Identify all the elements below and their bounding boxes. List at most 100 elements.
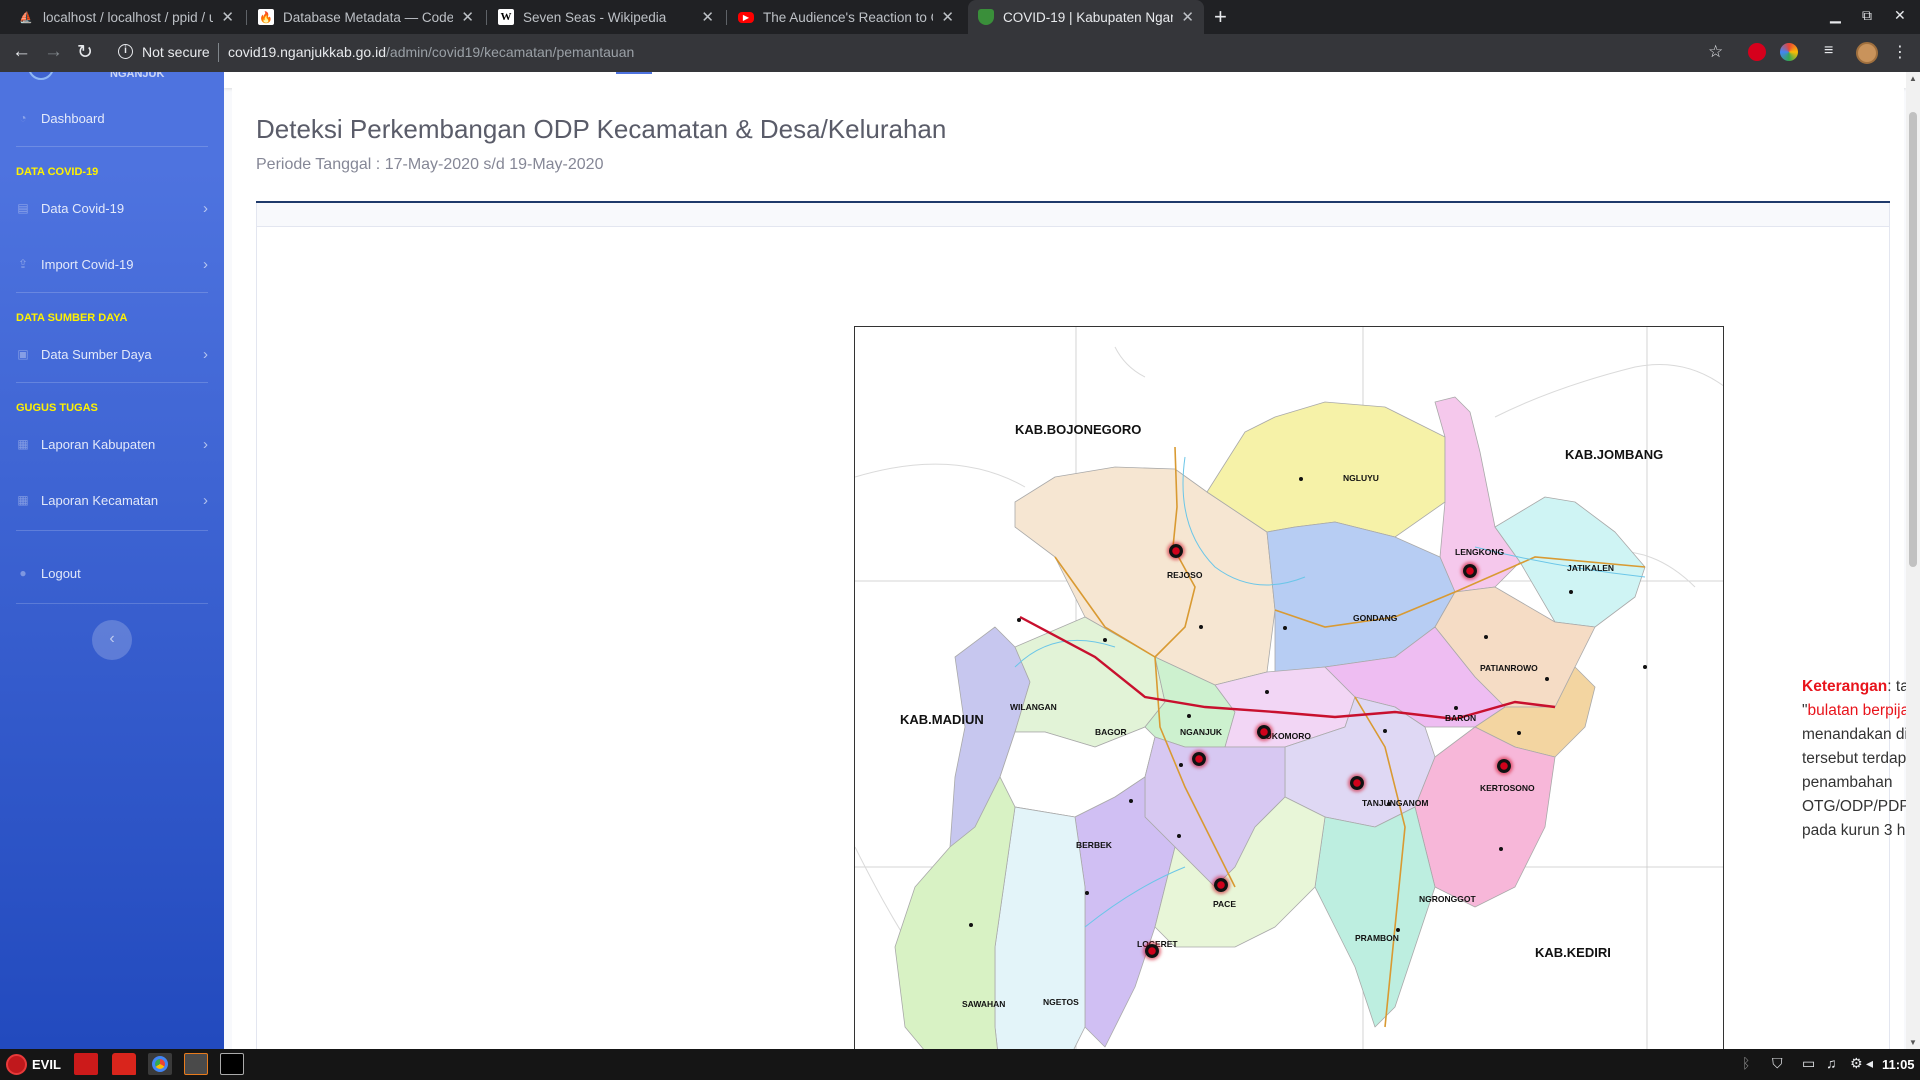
os-taskbar: EVIL ᛒ ⛉ ▭ ♫ ⚙ ◂ 11:05	[0, 1049, 1920, 1080]
browser-tab[interactable]: ▶ The Audience's Reaction to Gi ✕	[728, 0, 964, 34]
legend-highlight: bulatan berpijar	[1807, 702, 1906, 719]
close-icon[interactable]: ✕	[461, 8, 474, 26]
hotspot-marker	[1145, 944, 1159, 958]
district-label: KERTOSONO	[1480, 783, 1535, 793]
neighbor-region-label: KAB.MADIUN	[900, 712, 984, 727]
terminal-icon[interactable]	[220, 1053, 244, 1075]
browser-tab[interactable]: 🔥 Database Metadata — Codeig ✕	[248, 0, 484, 34]
scroll-down-icon[interactable]: ▼	[1909, 1038, 1917, 1047]
tab-title: The Audience's Reaction to Gi	[763, 9, 934, 25]
nganjuk-crest-icon	[978, 9, 994, 25]
close-icon[interactable]: ✕	[701, 8, 714, 26]
sidebar-item-label: Logout	[41, 565, 81, 581]
bookmark-star-icon[interactable]: ☆	[1708, 42, 1723, 62]
app-launcher-icon[interactable]	[74, 1053, 98, 1075]
district-label: GONDANG	[1353, 613, 1398, 623]
table-icon: ▤	[17, 201, 29, 215]
district-label: TANJUNGANOM	[1362, 798, 1429, 808]
sidebar-heading: DATA COVID-19	[16, 166, 99, 178]
start-menu-label[interactable]: EVIL	[32, 1057, 61, 1072]
close-window-icon[interactable]: ✕	[1894, 7, 1906, 24]
sidebar-item-data-sumber-daya[interactable]: ▣ Data Sumber Daya ›	[16, 342, 208, 366]
legend-text-a: : tanda	[1887, 678, 1906, 695]
chevron-right-icon: ›	[203, 435, 208, 453]
extension-colorful-icon[interactable]	[1780, 43, 1798, 61]
reload-icon[interactable]: ↻	[77, 41, 93, 64]
hotspot-marker	[1257, 725, 1271, 739]
district-label: BERBEK	[1076, 840, 1112, 850]
chevron-left-icon: ‹	[109, 630, 115, 647]
back-icon[interactable]: ←	[12, 41, 31, 63]
sidebar-item-laporan-kecamatan[interactable]: ▦ Laporan Kecamatan ›	[16, 488, 208, 512]
sidebar-item-import-covid[interactable]: ⇪ Import Covid-19 ›	[16, 252, 208, 276]
sidebar-item-label: Laporan Kecamatan	[41, 492, 159, 508]
district-label: NGANJUK	[1180, 727, 1223, 737]
dashboard-icon: ◔	[19, 111, 27, 125]
avatar[interactable]	[1856, 42, 1878, 64]
sidebar-toggle-button[interactable]: ‹	[92, 620, 132, 660]
chevron-right-icon: ›	[203, 255, 208, 273]
logo[interactable]	[28, 72, 54, 80]
sidebar-item-laporan-kabupaten[interactable]: ▦ Laporan Kabupaten ›	[16, 432, 208, 456]
url-field[interactable]: covid19.nganjukkab.go.id/admin/covid19/k…	[228, 44, 634, 60]
sidebar-item-dashboard[interactable]: ◔ Dashboard	[16, 106, 208, 130]
media-queue-icon[interactable]: ≡	[1824, 42, 1833, 60]
sidebar-item-logout[interactable]: ● Logout	[16, 561, 208, 585]
browser-tab[interactable]: W Seven Seas - Wikipedia ✕	[488, 0, 724, 34]
volume-icon[interactable]: ◂	[1866, 1055, 1873, 1072]
extension-shield-icon[interactable]	[1748, 43, 1766, 61]
hotspot-marker	[1214, 878, 1228, 892]
sidebar-item-label: Laporan Kabupaten	[41, 436, 156, 452]
forward-icon[interactable]: →	[44, 41, 63, 63]
sidebar: NGANJUK ◔ Dashboard DATA COVID-19 ▤ Data…	[0, 72, 224, 1049]
upload-icon: ⇪	[17, 257, 29, 271]
sidebar-item-label: Data Sumber Daya	[41, 346, 152, 362]
url-path: /admin/covid19/kecamatan/pemantauan	[386, 44, 635, 60]
page-period: Periode Tanggal : 17-May-2020 s/d 19-May…	[256, 156, 604, 173]
neighbor-region-label: KAB.JOMBANG	[1565, 447, 1664, 462]
security-indicator[interactable]: Not secure	[142, 44, 210, 60]
close-icon[interactable]: ✕	[1181, 8, 1194, 26]
district-label: NGRONGGOT	[1419, 894, 1476, 904]
music-icon[interactable]: ♫	[1826, 1055, 1837, 1071]
district-label: WILANGAN	[1010, 702, 1057, 712]
district-label: NGETOS	[1043, 997, 1079, 1007]
start-menu-icon[interactable]	[6, 1054, 27, 1075]
district-label: BARON	[1445, 713, 1477, 723]
browser-tab-active[interactable]: COVID-19 | Kabupaten Nganju ✕	[968, 0, 1204, 34]
display-icon[interactable]: ▭	[1802, 1055, 1815, 1072]
close-icon[interactable]: ✕	[221, 8, 234, 26]
hotspot-marker	[1350, 776, 1364, 790]
district-label: BAGOR	[1095, 727, 1127, 737]
file-manager-icon[interactable]	[112, 1053, 136, 1075]
sidebar-item-data-covid[interactable]: ▤ Data Covid-19 ›	[16, 196, 208, 220]
shield-tray-icon[interactable]: ⛉	[1772, 1055, 1783, 1072]
page-scrollbar[interactable]: ▲ ▼	[1906, 72, 1920, 1049]
scroll-thumb[interactable]	[1909, 112, 1917, 567]
tab-title: Seven Seas - Wikipedia	[523, 9, 667, 25]
menu-kebab-icon[interactable]: ⋮	[1892, 42, 1908, 62]
neighbor-region-label: KAB.BOJONEGORO	[1015, 422, 1142, 437]
sidebar-brand[interactable]: NGANJUK	[110, 72, 164, 80]
neighbor-region-label: KAB.KEDIRI	[1535, 945, 1611, 960]
grid-icon: ▦	[17, 493, 29, 507]
sublime-text-icon[interactable]	[184, 1053, 208, 1075]
bluetooth-icon[interactable]: ᛒ	[1742, 1055, 1750, 1071]
info-icon[interactable]: i	[118, 44, 133, 59]
network-icon[interactable]: ⚙	[1850, 1055, 1863, 1072]
district-label: SAWAHAN	[962, 999, 1006, 1009]
restore-icon[interactable]: ⧉	[1862, 7, 1872, 24]
phpmyadmin-icon: ⛵	[19, 11, 33, 24]
minimize-icon[interactable]: ▁	[1830, 7, 1841, 24]
new-tab-icon[interactable]: +	[1214, 4, 1227, 30]
chrome-app-icon[interactable]	[148, 1053, 172, 1075]
clock: 11:05	[1882, 1057, 1915, 1072]
chevron-right-icon: ›	[203, 345, 208, 363]
hotspot-marker	[1169, 544, 1183, 558]
map-legend: Keterangan: tanda "bulatan berpijar" men…	[1802, 675, 1906, 843]
district-label: PATIANROWO	[1480, 663, 1538, 673]
scroll-up-icon[interactable]: ▲	[1909, 74, 1917, 83]
browser-tab[interactable]: ⛵ localhost / localhost / ppid / u ✕	[8, 0, 244, 34]
close-icon[interactable]: ✕	[941, 8, 954, 26]
district-label: NGLUYU	[1343, 473, 1379, 483]
